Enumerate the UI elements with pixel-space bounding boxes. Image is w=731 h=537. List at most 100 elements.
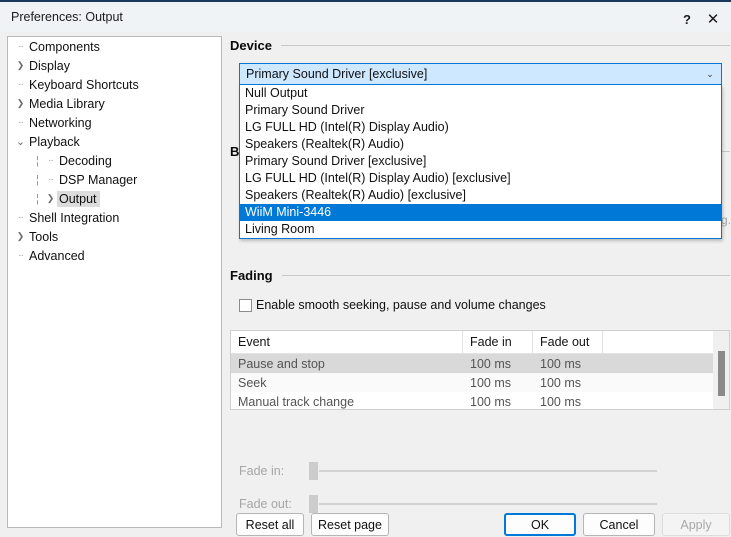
sidebar-item-label: Media Library	[27, 96, 108, 112]
group-divider	[281, 45, 730, 46]
fade-in-label: Fade in:	[239, 464, 307, 478]
chevron-right-icon[interactable]: ❯	[14, 98, 27, 109]
window-title: Preferences: Output	[11, 10, 123, 24]
group-divider	[282, 275, 730, 276]
chevron-right-icon[interactable]: ❯	[14, 231, 27, 242]
tree-branch-icon: ··	[14, 117, 27, 128]
dropdown-option[interactable]: LG FULL HD (Intel(R) Display Audio) [exc…	[240, 170, 721, 187]
tree-line: ¦	[31, 193, 44, 205]
cell-spacer	[603, 373, 729, 392]
sidebar-item-decoding[interactable]: ¦··Decoding	[8, 151, 221, 170]
sidebar-item-networking[interactable]: ··Networking	[8, 113, 221, 132]
sidebar-item-tools[interactable]: ❯Tools	[8, 227, 221, 246]
title-bar: Preferences: Output ? ✕	[0, 0, 731, 32]
fade-out-slider[interactable]	[307, 494, 657, 514]
reset-all-button[interactable]: Reset all	[236, 513, 304, 536]
sidebar-item-label: Advanced	[27, 248, 88, 264]
device-combobox-value: Primary Sound Driver [exclusive]	[240, 67, 699, 81]
fade-table-scrollbar[interactable]	[713, 331, 729, 409]
cell-spacer	[603, 354, 729, 373]
tree-line: ¦	[31, 155, 44, 167]
close-icon[interactable]: ✕	[695, 4, 731, 34]
tree-branch-icon: ··	[14, 79, 27, 90]
column-header[interactable]: Fade in	[463, 331, 533, 353]
sidebar-item-media-library[interactable]: ❯Media Library	[8, 94, 221, 113]
sidebar-item-label: Shell Integration	[27, 210, 122, 226]
device-group-label: Device	[230, 38, 272, 53]
chevron-right-icon[interactable]: ❯	[14, 60, 27, 71]
fade-table-header-row: EventFade inFade out	[231, 331, 729, 354]
checkbox-label: Enable smooth seeking, pause and volume …	[256, 298, 546, 312]
reset-page-button[interactable]: Reset page	[311, 513, 389, 536]
preferences-tree[interactable]: ··Components❯Display··Keyboard Shortcuts…	[7, 36, 222, 528]
table-row[interactable]: Seek100 ms100 ms	[231, 373, 729, 392]
device-dropdown-list[interactable]: Null OutputPrimary Sound DriverLG FULL H…	[239, 85, 722, 239]
sidebar-item-shell-integration[interactable]: ··Shell Integration	[8, 208, 221, 227]
fade-out-slider-row[interactable]: Fade out:	[239, 494, 719, 514]
tree-branch-icon: ··	[14, 41, 27, 52]
settings-pane: Device Primary Sound Driver [exclusive] …	[228, 36, 731, 528]
fading-group-header: Fading	[230, 268, 730, 283]
fade-out-label: Fade out:	[239, 497, 307, 511]
fade-in-slider-row[interactable]: Fade in:	[239, 461, 719, 481]
enable-smooth-seeking-checkbox[interactable]: Enable smooth seeking, pause and volume …	[239, 298, 546, 312]
fade-in-slider[interactable]	[307, 461, 657, 481]
cell-event: Seek	[231, 373, 463, 392]
tree-branch-icon: ··	[44, 155, 57, 166]
sidebar-item-dsp-manager[interactable]: ¦··DSP Manager	[8, 170, 221, 189]
slider-track	[319, 503, 657, 505]
fading-group-label: Fading	[230, 268, 273, 283]
fade-table-body: EventFade inFade outPause and stop100 ms…	[231, 331, 729, 410]
sidebar-item-keyboard-shortcuts[interactable]: ··Keyboard Shortcuts	[8, 75, 221, 94]
device-combobox[interactable]: Primary Sound Driver [exclusive] ⌄	[239, 63, 722, 85]
checkbox-box[interactable]	[239, 299, 252, 312]
cancel-button[interactable]: Cancel	[583, 513, 655, 536]
dropdown-option[interactable]: Speakers (Realtek(R) Audio)	[240, 136, 721, 153]
slider-thumb[interactable]	[309, 495, 318, 513]
dropdown-option[interactable]: Living Room	[240, 221, 721, 238]
cell-fade-out: 100 ms	[533, 373, 603, 392]
cell-event: Manual track change	[231, 392, 463, 410]
dropdown-option[interactable]: Primary Sound Driver [exclusive]	[240, 153, 721, 170]
sidebar-item-label: DSP Manager	[57, 172, 140, 188]
chevron-right-icon[interactable]: ❯	[44, 193, 57, 204]
sidebar-item-label: Playback	[27, 134, 83, 150]
fade-table-scroll-thumb[interactable]	[718, 351, 725, 396]
sidebar-item-playback[interactable]: ⌄Playback	[8, 132, 221, 151]
cell-fade-in: 100 ms	[463, 373, 533, 392]
sidebar-item-label: Decoding	[57, 153, 115, 169]
slider-thumb[interactable]	[309, 462, 318, 480]
tree-branch-icon: ··	[44, 174, 57, 185]
chevron-down-icon[interactable]: ⌄	[14, 135, 27, 148]
column-header[interactable]: Fade out	[533, 331, 603, 353]
chevron-down-icon: ⌄	[699, 69, 721, 80]
cell-fade-out: 100 ms	[533, 354, 603, 373]
ok-button[interactable]: OK	[504, 513, 576, 536]
sidebar-item-label: Tools	[27, 229, 61, 245]
column-header[interactable]	[603, 331, 729, 353]
device-group-header: Device	[230, 38, 730, 53]
table-row[interactable]: Pause and stop100 ms100 ms	[231, 354, 729, 373]
table-row[interactable]: Manual track change100 ms100 ms	[231, 392, 729, 410]
sidebar-item-display[interactable]: ❯Display	[8, 56, 221, 75]
cell-spacer	[603, 392, 729, 410]
dropdown-option[interactable]: Speakers (Realtek(R) Audio) [exclusive]	[240, 187, 721, 204]
sidebar-item-label: Keyboard Shortcuts	[27, 77, 142, 93]
cell-fade-out: 100 ms	[533, 392, 603, 410]
tree-branch-icon: ··	[14, 212, 27, 223]
sidebar-item-output[interactable]: ¦❯Output	[8, 189, 221, 208]
dropdown-option[interactable]: Primary Sound Driver	[240, 102, 721, 119]
dropdown-option[interactable]: Null Output	[240, 85, 721, 102]
sidebar-item-label: Components	[27, 39, 103, 55]
column-header[interactable]: Event	[231, 331, 463, 353]
buffer-group-label: B	[230, 144, 239, 159]
sidebar-item-advanced[interactable]: ··Advanced	[8, 246, 221, 265]
dropdown-option[interactable]: WiiM Mini-3446	[240, 204, 721, 221]
fade-table[interactable]: EventFade inFade outPause and stop100 ms…	[230, 330, 730, 410]
apply-button[interactable]: Apply	[662, 513, 730, 536]
cell-event: Pause and stop	[231, 354, 463, 373]
cell-fade-in: 100 ms	[463, 392, 533, 410]
sidebar-item-components[interactable]: ··Components	[8, 37, 221, 56]
dropdown-option[interactable]: LG FULL HD (Intel(R) Display Audio)	[240, 119, 721, 136]
slider-track	[319, 470, 657, 472]
